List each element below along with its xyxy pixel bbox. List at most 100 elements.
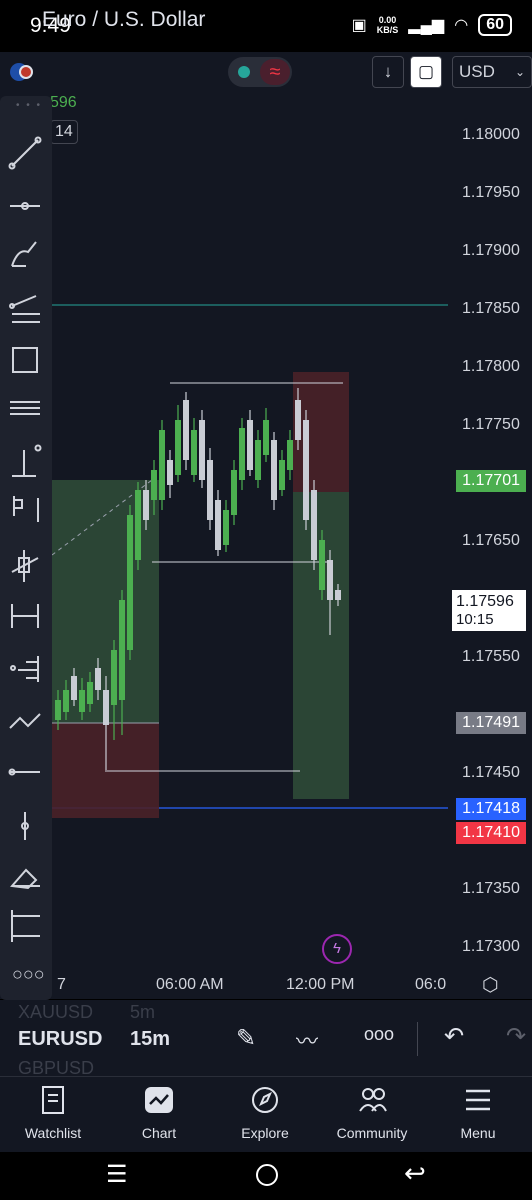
candle-body [295, 400, 301, 440]
market-open-indicator [238, 66, 250, 78]
current-price-label: 1.17701 [456, 470, 526, 492]
candle-body [311, 490, 317, 560]
polyline-tool-icon [9, 713, 41, 729]
fullscreen-button[interactable]: ▢ [410, 56, 442, 88]
candle-body [319, 540, 325, 590]
interval-box[interactable]: 14 [50, 120, 78, 144]
watchlist-icon [42, 1086, 64, 1114]
candle-body [231, 470, 237, 515]
short-stop-zone [293, 372, 349, 492]
nav-explore[interactable]: Explore [215, 1077, 315, 1153]
short-target-zone [293, 492, 349, 799]
candle-body [303, 420, 309, 520]
ohlc-partial: 596 [50, 94, 77, 111]
system-nav: ☰ ↩ [0, 1152, 532, 1200]
eraser-tool-icon [10, 868, 40, 890]
candle-body [119, 600, 125, 700]
settings-hex-icon[interactable]: ⬡ [482, 974, 499, 997]
candle-body [263, 420, 269, 455]
candle-body [199, 420, 205, 480]
axis-label: 1.17950 [462, 184, 520, 201]
long-position-tool-icon [11, 550, 39, 582]
candle-body [103, 690, 109, 725]
time-axis[interactable]: 7 06:00 AM 12:00 PM 06:0 ⬡ [0, 974, 532, 999]
axis-label: 1.17750 [462, 416, 520, 433]
wifi-icon: ◠ [454, 17, 469, 34]
active-symbol[interactable]: EURUSD 15m [18, 1028, 170, 1051]
candle-body [143, 490, 149, 520]
redo-icon[interactable]: ↷ [506, 1022, 526, 1051]
candle-body [183, 400, 189, 460]
trend-line-tool-icon [8, 136, 42, 170]
currency-select[interactable]: USD ⌄ [452, 56, 532, 88]
time-label: 12:00 PM [286, 976, 355, 993]
candle-body [279, 460, 285, 490]
fib-tool-icon [9, 295, 40, 323]
time-label: 06:00 AM [156, 976, 224, 993]
compass-icon [252, 1087, 278, 1113]
axis-label: 1.17900 [462, 242, 520, 259]
time-label: 06:0 [415, 976, 447, 993]
axis-label: 1.17850 [462, 300, 520, 317]
red-price-label: 1.17410 [456, 822, 526, 844]
watch-row-faded[interactable]: XAUUSD 5m [18, 1002, 155, 1023]
network-speed: 0.00 KB/S [376, 15, 399, 35]
candle-body [223, 510, 229, 545]
axis-label: 1.17800 [462, 358, 520, 375]
candle-body [207, 460, 213, 520]
candle-body [215, 500, 221, 550]
battery-indicator: 60 [478, 14, 512, 36]
multi-line-icon[interactable]: 〰 [296, 1024, 318, 1056]
nav-community[interactable]: Community [322, 1077, 422, 1153]
chart-icon [145, 1087, 173, 1113]
rectangle-tool-icon [12, 347, 38, 373]
download-button[interactable]: ↓ [372, 56, 404, 88]
chart-area[interactable]: 1.18000 1.17950 1.17900 1.17850 1.17800 … [0, 94, 532, 999]
axis-label: 1.17550 [462, 648, 520, 665]
pencil-icon[interactable]: ✎ [236, 1024, 256, 1053]
horizontal-ray-tool-icon [10, 202, 40, 210]
undo-icon[interactable]: ↶ [444, 1022, 464, 1051]
gray-price-label: 1.17491 [456, 712, 526, 734]
nav-chart[interactable]: Chart [109, 1077, 209, 1153]
vibrate-icon: ▣ [351, 17, 367, 34]
time-label: 7 [57, 976, 66, 993]
candle-body [247, 420, 253, 470]
back-icon[interactable]: ↩ [404, 1158, 426, 1189]
candle-body [159, 430, 165, 500]
blue-price-label: 1.17418 [456, 798, 526, 820]
home-icon[interactable] [256, 1164, 278, 1186]
more-icon[interactable]: ooo [364, 1024, 394, 1045]
candle-body [95, 668, 101, 690]
horizontal-line-tool-icon [8, 768, 40, 776]
axis-label: 1.17450 [462, 764, 520, 781]
lightning-icon[interactable]: ϟ [322, 934, 352, 964]
volume-profile-tool-icon [10, 656, 39, 682]
vertical-line-tool-icon [21, 812, 29, 840]
community-icon [359, 1088, 387, 1112]
nav-menu[interactable]: Menu [428, 1077, 528, 1153]
watch-row-faded[interactable]: GBPUSD30m [18, 1058, 94, 1076]
price-range-tool-icon [12, 444, 42, 477]
candle-body [79, 690, 85, 712]
parallel-channel-tool-icon [10, 401, 40, 415]
candle-body [287, 440, 293, 470]
nav-watchlist[interactable]: Watchlist [3, 1077, 103, 1153]
more-tools-icon[interactable]: ○○○ [12, 964, 45, 985]
candle-body [255, 440, 261, 480]
candle-body [127, 515, 133, 650]
candle-body [327, 560, 333, 600]
date-range-tool-icon [11, 604, 39, 628]
recents-icon[interactable]: ☰ [106, 1160, 128, 1189]
axis-label: 1.17300 [462, 938, 520, 955]
axis-label: 1.17350 [462, 880, 520, 897]
market-status[interactable]: ≈ [228, 57, 292, 87]
candle-body [335, 590, 341, 600]
candle-body [71, 676, 77, 700]
symbol-title[interactable]: Euro / U.S. Dollar [42, 8, 205, 32]
realtime-icon: ≈ [260, 59, 290, 85]
eu-flag-icon [10, 63, 33, 81]
candle-body [63, 690, 69, 712]
bottom-nav: Watchlist Chart Explore Community Menu [0, 1076, 532, 1153]
symbol-switcher: XAUUSD5m EURUSD15m GBPUSD30m ✎ 〰 ooo ↶ ↷ [0, 1000, 532, 1076]
